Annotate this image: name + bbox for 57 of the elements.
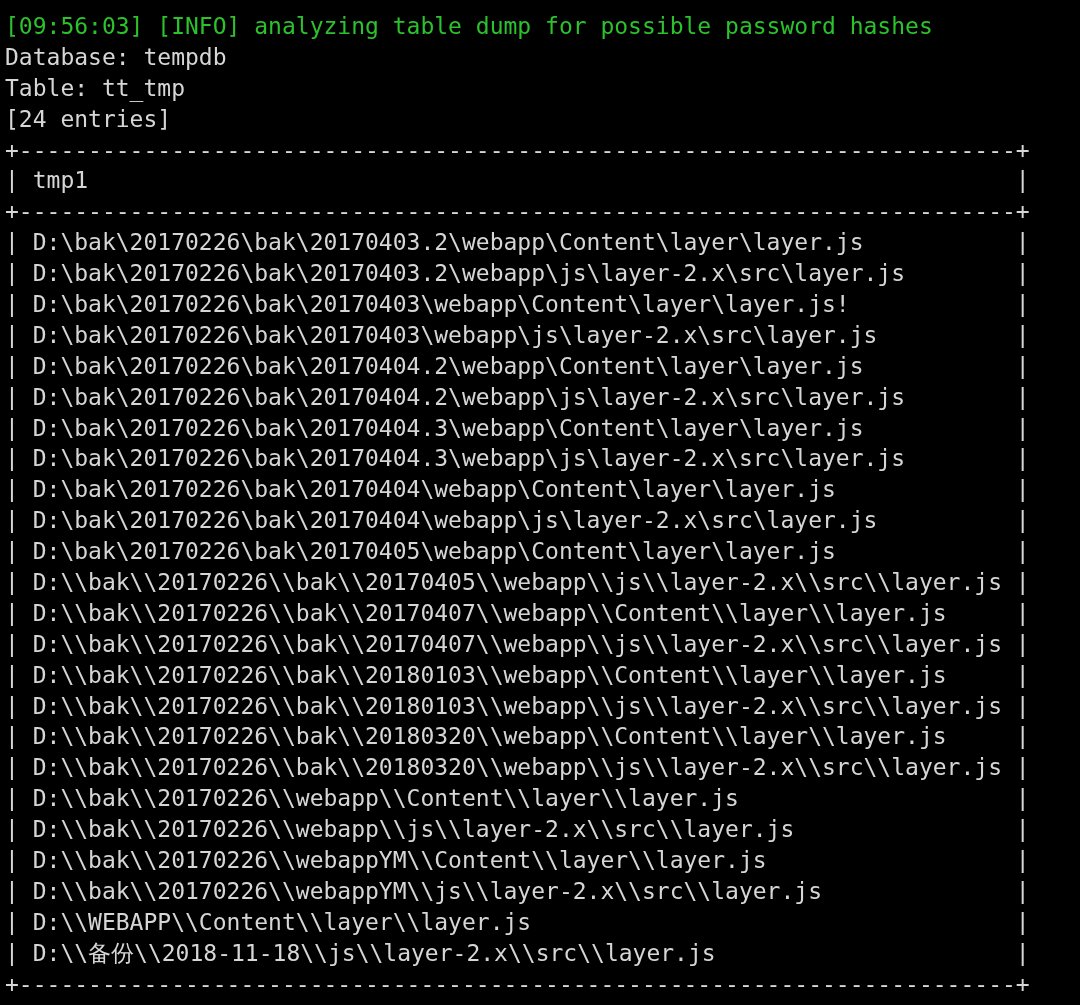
table-border: +------------------------------------------------------------------------+ xyxy=(5,197,1030,227)
column-border: | xyxy=(1015,784,1030,814)
table-row-text: | D:\bak\20170226\bak\20170404\webapp\Content\layer\layer.js xyxy=(5,475,837,505)
column-border: | xyxy=(1015,228,1030,258)
table-row-text: | D:\bak\20170226\bak\20170405\webapp\Content\layer\layer.js xyxy=(5,537,837,567)
column-border: | xyxy=(1015,907,1030,937)
table-row-text: | D:\bak\20170226\bak\20170403\webapp\js\layer-2.x\src\layer.js xyxy=(5,320,879,350)
table-row-text: | D:\\bak\\20170226\\bak\\20170407\\webapp\\Content\\layer\\layer.js xyxy=(5,598,948,628)
table-row-text: | D:\bak\20170226\bak\20170404\webapp\js\layer-2.x\src\layer.js xyxy=(5,506,879,536)
table-row-text: | D:\bak\20170226\bak\20170404.3\webapp\js\layer-2.x\src\layer.js xyxy=(5,444,907,474)
column-border: | xyxy=(1015,537,1030,567)
output-text: Database: tempdb xyxy=(5,42,227,72)
table-border: +------------------------------------------------------------------------+ xyxy=(5,969,1030,999)
column-border: | xyxy=(1015,290,1030,319)
column-border: | xyxy=(1015,351,1030,381)
column-border: | xyxy=(1015,938,1030,968)
table-row-text: | D:\\bak\\20170226\\webappYM\\Content\\layer\\layer.js xyxy=(5,846,768,876)
column-border: | xyxy=(1015,660,1030,690)
column-border: | xyxy=(1015,382,1030,412)
log-message: [09:56:03] [INFO] analyzing table dump for possible password hashes xyxy=(5,12,933,41)
column-border: | xyxy=(1015,259,1030,289)
column-border: | xyxy=(1015,598,1030,628)
column-border: | xyxy=(1015,722,1030,752)
table-border: +------------------------------------------------------------------------+ xyxy=(5,135,1030,165)
table-row-text: | D:\bak\20170226\bak\20170403.2\webapp\js\layer-2.x\src\layer.js xyxy=(5,259,907,289)
output-text: Table: tt_tmp xyxy=(5,73,185,104)
column-border: | xyxy=(1015,475,1030,505)
column-border: | xyxy=(1015,629,1030,659)
column-border: | xyxy=(1015,166,1030,196)
table-row-text: | D:\\bak\\20170226\\webappYM\\js\\layer-2.x\\src\\layer.js xyxy=(5,876,823,906)
table-row-text: | D:\\WEBAPP\\Content\\layer\\layer.js xyxy=(5,907,533,937)
table-row-text: | D:\\bak\\20170226\\bak\\20170407\\webapp\\js\\layer-2.x\\src\\layer.js xyxy=(5,629,1003,659)
column-border: | xyxy=(1015,846,1030,876)
table-row-text: | D:\\bak\\20170226\\bak\\20180103\\webapp\\js\\layer-2.x\\src\\layer.js xyxy=(5,691,1003,721)
column-border: | xyxy=(1015,568,1030,598)
column-border: | xyxy=(1015,506,1030,536)
table-row-text: | D:\\bak\\20170226\\bak\\20180320\\webapp\\Content\\layer\\layer.js xyxy=(5,722,948,752)
output-text: [24 entries] xyxy=(5,104,172,134)
column-border: | xyxy=(1015,876,1030,906)
table-row-text: | D:\bak\20170226\bak\20170404.2\webapp\js\layer-2.x\src\layer.js xyxy=(5,382,907,412)
table-row-text: | D:\\bak\\20170226\\bak\\20180103\\webapp\\Content\\layer\\layer.js xyxy=(5,660,948,690)
table-row-text: | tmp1 xyxy=(5,166,90,196)
table-row-text: | D:\\备份\\2018-11-18\\js\\layer-2.x\\src\\layer.js xyxy=(5,938,717,968)
column-border: | xyxy=(1015,691,1030,721)
table-row-text: | D:\bak\20170226\bak\20170404.3\webapp\Content\layer\layer.js xyxy=(5,413,865,443)
table-row-text: | D:\\bak\\20170226\\webapp\\Content\\layer\\layer.js xyxy=(5,784,740,814)
table-row-text: | D:\bak\20170226\bak\20170404.2\webapp\Content\layer\layer.js xyxy=(5,351,865,381)
column-border: | xyxy=(1015,815,1030,845)
column-border: | xyxy=(1015,413,1030,443)
table-row-text: | D:\\bak\\20170226\\bak\\20180320\\webapp\\js\\layer-2.x\\src\\layer.js xyxy=(5,753,1003,783)
table-row-text: | D:\\bak\\20170226\\webapp\\js\\layer-2.x\\src\\layer.js xyxy=(5,815,796,845)
table-row-text: | D:\\bak\\20170226\\bak\\20170405\\webapp\\js\\layer-2.x\\src\\layer.js xyxy=(5,568,1003,598)
column-border: | xyxy=(1015,753,1030,783)
table-row-text: | D:\bak\20170226\bak\20170403\webapp\Content\layer\layer.js! xyxy=(5,290,851,319)
column-border: | xyxy=(1015,320,1030,350)
table-row-text: | D:\bak\20170226\bak\20170403.2\webapp\Content\layer\layer.js xyxy=(5,228,865,258)
column-border: | xyxy=(1015,444,1030,474)
